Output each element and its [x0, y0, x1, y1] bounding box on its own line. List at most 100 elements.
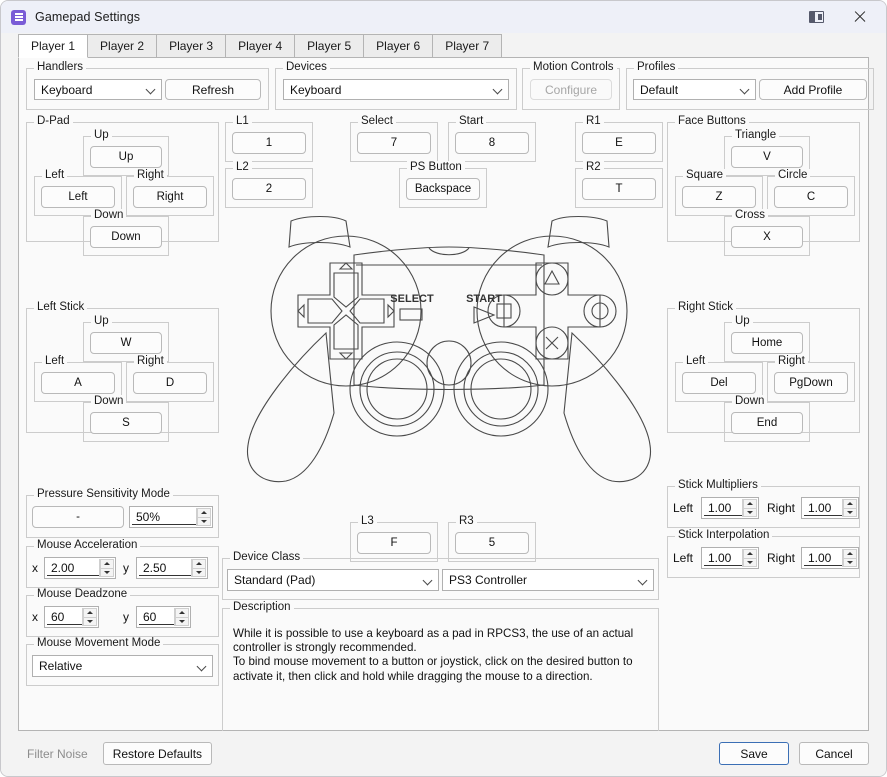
spinner-down-button[interactable]	[843, 507, 857, 517]
pressure-bind-button[interactable]: -	[32, 506, 124, 528]
gamepad-settings-window: Gamepad Settings Player 1 Player 2 Playe…	[0, 0, 887, 777]
arrow-up-icon	[104, 562, 110, 566]
spinner-down-button[interactable]	[843, 557, 857, 567]
spinner-down-button[interactable]	[743, 557, 757, 567]
triangle-bind[interactable]: V	[731, 146, 803, 168]
l3-value: F	[390, 537, 398, 549]
l3-bind[interactable]: F	[357, 532, 431, 554]
r2-value: T	[615, 183, 623, 195]
spinner-down-button[interactable]	[743, 507, 757, 517]
l2-label: L2	[233, 161, 252, 173]
left-stick-left-label: Left	[42, 355, 68, 367]
device-class-select[interactable]: Standard (Pad)	[227, 569, 439, 591]
stick-multipliers-right-label: Right	[767, 501, 796, 515]
l2-bind[interactable]: 2	[232, 178, 306, 200]
panel-toggle-button[interactable]	[794, 2, 838, 32]
ps-button-bind[interactable]: Backspace	[406, 178, 480, 200]
pressure-percent-spinner[interactable]: 50%	[129, 506, 213, 528]
refresh-button[interactable]: Refresh	[165, 79, 261, 100]
mouse-accel-x-spinner[interactable]: 2.00	[44, 557, 116, 579]
cancel-button[interactable]: Cancel	[799, 742, 869, 765]
spinner-up-button[interactable]	[843, 499, 857, 508]
spinner-up-button[interactable]	[743, 549, 757, 558]
left-stick-down-label: Down	[91, 395, 127, 407]
stick-interpolation-left-spinner[interactable]: 1.00	[701, 547, 759, 569]
dpad-right-bind[interactable]: Right	[133, 186, 207, 208]
app-list-icon	[11, 9, 26, 25]
arrow-down-icon	[104, 570, 110, 574]
right-stick-down-bind[interactable]: End	[731, 412, 803, 434]
left-stick-right-bind[interactable]: D	[133, 372, 207, 394]
stick-multipliers-right-spinner[interactable]: 1.00	[801, 497, 859, 519]
dpad-down-bind[interactable]: Down	[90, 226, 162, 248]
mouse-accel-y-spinner[interactable]: 2.50	[136, 557, 208, 579]
tab-player-5[interactable]: Player 5	[294, 34, 365, 58]
circle-bind[interactable]: C	[774, 186, 848, 208]
close-button[interactable]	[838, 2, 882, 32]
spinner-up-button[interactable]	[743, 499, 757, 508]
left-stick-up-bind[interactable]: W	[90, 332, 162, 354]
square-bind[interactable]: Z	[682, 186, 756, 208]
right-stick-up-bind[interactable]: Home	[731, 332, 803, 354]
left-stick-down-bind[interactable]: S	[90, 412, 162, 434]
square-label: Square	[683, 169, 727, 181]
profiles-select[interactable]: Default	[633, 79, 756, 100]
dpad-left-bind[interactable]: Left	[41, 186, 115, 208]
mouse-deadzone-x-value: 60	[47, 609, 82, 625]
stick-multipliers-left-spinner[interactable]: 1.00	[701, 497, 759, 519]
select-bind[interactable]: 7	[357, 132, 431, 154]
tab-player-6[interactable]: Player 6	[363, 34, 434, 58]
spinner-up-button[interactable]	[175, 608, 189, 617]
tab-player-3[interactable]: Player 3	[156, 34, 227, 58]
right-stick-left-bind[interactable]: Del	[682, 372, 756, 394]
filter-noise-button[interactable]: Filter Noise	[18, 742, 97, 765]
devices-group-title: Devices	[283, 61, 330, 73]
r3-bind[interactable]: 5	[455, 532, 529, 554]
spinner-down-button[interactable]	[175, 616, 189, 626]
spinner-down-button[interactable]	[192, 567, 206, 577]
r1-bind[interactable]: E	[582, 132, 656, 154]
chevron-down-icon	[197, 662, 206, 671]
dpad-up-bind[interactable]: Up	[90, 146, 162, 168]
spinner-down-button[interactable]	[100, 567, 114, 577]
left-stick-up-label: Up	[91, 315, 112, 327]
mouse-deadzone-y-spinner[interactable]: 60	[136, 606, 191, 628]
window-title: Gamepad Settings	[35, 10, 141, 24]
save-button[interactable]: Save	[719, 742, 789, 765]
mouse-movement-mode-select[interactable]: Relative	[32, 655, 213, 677]
spinner-down-button[interactable]	[197, 516, 211, 526]
spinner-up-button[interactable]	[197, 508, 211, 517]
cross-bind[interactable]: X	[731, 226, 803, 248]
controller-type-select[interactable]: PS3 Controller	[442, 569, 654, 591]
handlers-select[interactable]: Keyboard	[34, 79, 162, 100]
add-profile-button[interactable]: Add Profile	[759, 79, 867, 100]
right-stick-right-bind[interactable]: PgDown	[774, 372, 848, 394]
start-bind[interactable]: 8	[455, 132, 529, 154]
left-stick-left-bind[interactable]: A	[41, 372, 115, 394]
spinner-up-button[interactable]	[100, 559, 114, 568]
l1-bind[interactable]: 1	[232, 132, 306, 154]
r1-value: E	[615, 137, 623, 149]
tab-player-4[interactable]: Player 4	[225, 34, 296, 58]
mouse-accel-x-label: x	[32, 561, 38, 575]
right-stick-group-title: Right Stick	[675, 301, 736, 313]
configure-motion-button[interactable]: Configure	[530, 79, 612, 100]
arrow-up-icon	[201, 511, 207, 515]
tab-player-2[interactable]: Player 2	[87, 34, 158, 58]
tab-player-1[interactable]: Player 1	[18, 34, 89, 58]
r3-label: R3	[456, 515, 477, 527]
tab-player-7[interactable]: Player 7	[432, 34, 503, 58]
spinner-down-button[interactable]	[83, 616, 97, 626]
devices-select[interactable]: Keyboard	[283, 79, 509, 100]
spinner-up-button[interactable]	[843, 549, 857, 558]
spinner-up-button[interactable]	[83, 608, 97, 617]
restore-defaults-button[interactable]: Restore Defaults	[102, 742, 213, 765]
r2-bind[interactable]: T	[582, 178, 656, 200]
mouse-deadzone-x-spinner[interactable]: 60	[44, 606, 99, 628]
circle-label: Circle	[775, 169, 811, 181]
spinner-up-button[interactable]	[192, 559, 206, 568]
profiles-select-value: Default	[640, 82, 679, 97]
dpad-down-value: Down	[111, 231, 141, 243]
dpad-left-label: Left	[42, 169, 68, 181]
stick-interpolation-right-spinner[interactable]: 1.00	[801, 547, 859, 569]
